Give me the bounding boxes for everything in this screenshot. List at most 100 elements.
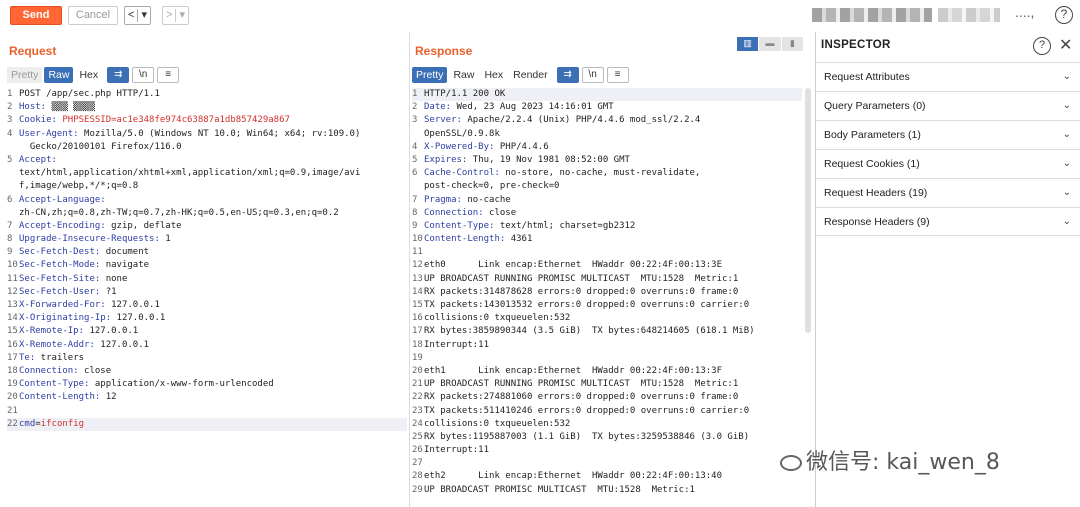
code-line[interactable]: 21	[7, 405, 407, 418]
tab-response-render[interactable]: Render	[509, 67, 551, 83]
code-line[interactable]: 13X-Forwarded-For: 127.0.0.1	[7, 299, 407, 312]
code-line[interactable]: 17RX bytes:3859890344 (3.5 GiB) TX bytes…	[412, 325, 802, 338]
code-line[interactable]: text/html,application/xhtml+xml,applicat…	[7, 167, 407, 180]
forward-button[interactable]: >	[163, 7, 175, 24]
layout-tabs-icon[interactable]: ▮	[781, 37, 803, 51]
code-line[interactable]: 5 Accept:	[7, 154, 407, 167]
code-line[interactable]: 19Content-Type: application/x-www-form-u…	[7, 378, 407, 391]
code-line[interactable]: 16collisions:0 txqueuelen:532	[412, 312, 802, 325]
code-line[interactable]: 11Sec-Fetch-Site: none	[7, 273, 407, 286]
code-line[interactable]: 16X-Remote-Addr: 127.0.0.1	[7, 339, 407, 352]
code-line[interactable]: 4 X-Powered-By: PHP/4.4.6	[412, 141, 802, 154]
code-line[interactable]: 23TX packets:511410246 errors:0 dropped:…	[412, 405, 802, 418]
code-line[interactable]: 22RX packets:274881060 errors:0 dropped:…	[412, 391, 802, 404]
tab-response-pretty[interactable]: Pretty	[412, 66, 448, 83]
code-line[interactable]: 18Interrupt:11	[412, 339, 802, 352]
help-icon[interactable]: ?	[1033, 37, 1051, 55]
code-line[interactable]: 27	[412, 457, 802, 470]
show-newlines-icon[interactable]: \n	[581, 66, 604, 83]
code-line[interactable]: 25RX bytes:1195887003 (1.1 GiB) TX bytes…	[412, 431, 802, 444]
request-editor[interactable]: 1 POST /app/sec.php HTTP/1.1 2 Host: ▒▒▒ ▒▒…	[7, 88, 407, 431]
cancel-button[interactable]: Cancel	[68, 6, 118, 25]
inspector-section[interactable]: Request Headers (19) ⌄	[816, 178, 1080, 207]
line-number: 11	[412, 247, 423, 258]
code-line[interactable]: 6 Accept-Language:	[7, 194, 407, 207]
back-button[interactable]: <	[125, 7, 137, 24]
layout-toggle: ▥ ▬ ▮	[737, 37, 804, 51]
code-line[interactable]: 8 Upgrade-Insecure-Requests: 1	[7, 233, 407, 246]
menu-icon[interactable]: ≡	[606, 66, 629, 83]
tab-response-hex[interactable]: Hex	[480, 67, 507, 83]
code-line[interactable]: 7 Pragma: no-cache	[412, 194, 802, 207]
response-scrollbar[interactable]	[805, 88, 811, 333]
header-key: Accept-Language:	[19, 194, 106, 205]
layout-stacked-icon[interactable]: ▬	[759, 37, 781, 51]
code-line[interactable]: 15X-Remote-Ip: 127.0.0.1	[7, 325, 407, 338]
code-line[interactable]: 19	[412, 352, 802, 365]
tab-request-pretty[interactable]: Pretty	[7, 66, 43, 83]
inspector-section[interactable]: Body Parameters (1) ⌄	[816, 120, 1080, 149]
code-line[interactable]: f,image/webp,*/*;q=0.8	[7, 180, 407, 193]
code-line[interactable]: 21UP BROADCAST RUNNING PROMISC MULTICAST…	[412, 378, 802, 391]
response-editor[interactable]: 1 HTTP/1.1 200 OK 2 Date: Wed, 23 Aug 2023 …	[412, 88, 802, 497]
code-line[interactable]: 13UP BROADCAST RUNNING PROMISC MULTICAST…	[412, 273, 802, 286]
show-newlines-icon[interactable]: \n	[132, 66, 155, 83]
pane-divider[interactable]	[409, 32, 410, 507]
code-line[interactable]: 24collisions:0 txqueuelen:532	[412, 418, 802, 431]
code-line[interactable]: 10Sec-Fetch-Mode: navigate	[7, 259, 407, 272]
code-line[interactable]: 9 Sec-Fetch-Dest: document	[7, 246, 407, 259]
line-number: 9	[7, 247, 13, 258]
code-line[interactable]: 15TX packets:143013532 errors:0 dropped:…	[412, 299, 802, 312]
code-line[interactable]: 12eth0 Link encap:Ethernet HWaddr 00:22:…	[412, 259, 802, 272]
forward-history-menu[interactable]: ▾	[176, 7, 188, 24]
code-line[interactable]: 14X-Originating-Ip: 127.0.0.1	[7, 312, 407, 325]
send-button[interactable]: Send	[10, 6, 62, 25]
close-icon[interactable]: ✕	[1059, 35, 1072, 55]
inspector-section[interactable]: Request Attributes ⌄	[816, 62, 1080, 91]
back-history-menu[interactable]: ▾	[138, 7, 150, 24]
code-line[interactable]: 29UP BROADCAST PROMISC MULTICAST MTU:152…	[412, 484, 802, 497]
code-line[interactable]: 10Content-Length: 4361	[412, 233, 802, 246]
code-line[interactable]: 9 Content-Type: text/html; charset=gb2312	[412, 220, 802, 233]
layout-side-by-side-icon[interactable]: ▥	[737, 37, 759, 51]
code-line[interactable]: 8 Connection: close	[412, 207, 802, 220]
code-line[interactable]: 22cmd=ifconfig	[7, 417, 407, 431]
wrap-lines-icon[interactable]: ⇉	[107, 66, 130, 83]
line-number: 22	[412, 392, 423, 403]
code-line[interactable]: 14RX packets:314878628 errors:0 dropped:…	[412, 286, 802, 299]
code-line[interactable]: 1 HTTP/1.1 200 OK	[412, 88, 802, 102]
line-value: Gecko/20100101 Firefox/116.0	[19, 141, 182, 152]
code-line[interactable]: 3 Server: Apache/2.2.4 (Unix) PHP/4.4.6 m…	[412, 114, 802, 127]
code-line[interactable]: 12Sec-Fetch-User: ?1	[7, 286, 407, 299]
inspector-section[interactable]: Request Cookies (1) ⌄	[816, 149, 1080, 178]
code-line[interactable]: zh-CN,zh;q=0.8,zh-TW;q=0.7,zh-HK;q=0.5,e…	[7, 207, 407, 220]
menu-icon[interactable]: ≡	[157, 66, 180, 83]
code-line[interactable]: 20eth1 Link encap:Ethernet HWaddr 00:22:…	[412, 365, 802, 378]
code-line[interactable]: Gecko/20100101 Firefox/116.0	[7, 141, 407, 154]
tab-request-hex[interactable]: Hex	[75, 67, 102, 83]
code-line[interactable]: 18Connection: close	[7, 365, 407, 378]
inspector-section[interactable]: Query Parameters (0) ⌄	[816, 91, 1080, 120]
inspector-section[interactable]: Response Headers (9) ⌄	[816, 207, 1080, 236]
line-number: 4	[7, 128, 13, 139]
code-line[interactable]: 3 Cookie: PHPSESSID=ac1e348fe974c63887a1d…	[7, 114, 407, 127]
code-line[interactable]: 7 Accept-Encoding: gzip, deflate	[7, 220, 407, 233]
code-line[interactable]: post-check=0, pre-check=0	[412, 180, 802, 193]
wrap-lines-icon[interactable]: ⇉	[556, 66, 579, 83]
code-line[interactable]: 6 Cache-Control: no-store, no-cache, must…	[412, 167, 802, 180]
code-line[interactable]: 2 Host: ▒▒▒ ▒▒▒▒	[7, 101, 407, 114]
code-line[interactable]: 26Interrupt:11	[412, 444, 802, 457]
code-line[interactable]: 17Te: trailers	[7, 352, 407, 365]
help-icon[interactable]: ?	[1055, 6, 1073, 24]
code-line[interactable]: 5 Expires: Thu, 19 Nov 1981 08:52:00 GMT	[412, 154, 802, 167]
code-line[interactable]: 11	[412, 246, 802, 259]
code-line[interactable]: 1 POST /app/sec.php HTTP/1.1	[7, 88, 407, 101]
code-line[interactable]: 4 User-Agent: Mozilla/5.0 (Windows NT 10.…	[7, 128, 407, 141]
tab-request-raw[interactable]: Raw	[44, 66, 74, 83]
line-value: document	[100, 247, 150, 258]
tab-response-raw[interactable]: Raw	[449, 67, 478, 83]
code-line[interactable]: 28eth2 Link encap:Ethernet HWaddr 00:22:…	[412, 470, 802, 483]
code-line[interactable]: OpenSSL/0.9.8k	[412, 128, 802, 141]
code-line[interactable]: 20Content-Length: 12	[7, 391, 407, 404]
code-line[interactable]: 2 Date: Wed, 23 Aug 2023 14:16:01 GMT	[412, 101, 802, 114]
